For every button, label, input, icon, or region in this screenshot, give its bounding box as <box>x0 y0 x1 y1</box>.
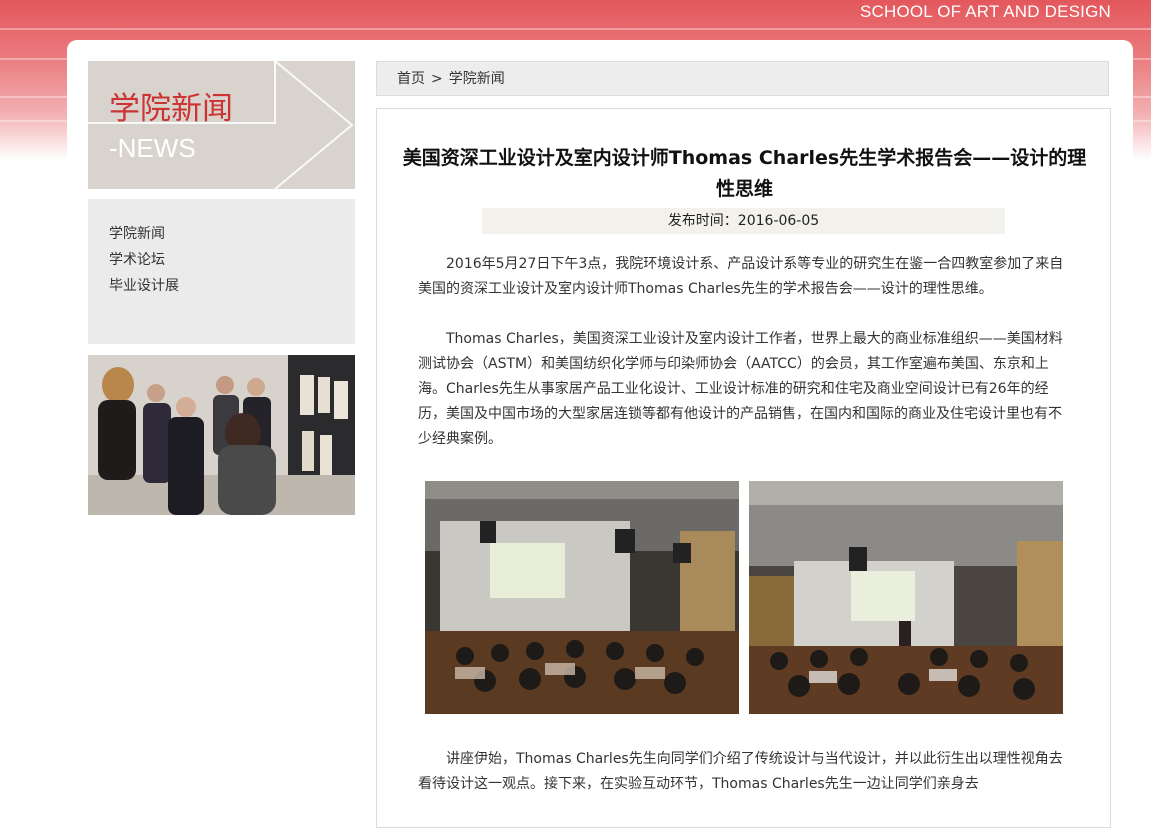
sidebar-photo <box>88 355 355 515</box>
article-paragraph: 2016年5月27日下午3点，我院环境设计系、产品设计系等专业的研究生在鉴一合四… <box>418 256 1064 297</box>
section-title: 学院新闻 <box>109 91 233 127</box>
article-paragraph: Thomas Charles，美国资深工业设计及室内设计工作者，世界上最大的商业… <box>418 331 1063 447</box>
article-title: 美国资深工业设计及室内设计师Thomas Charles先生学术报告会——设计的… <box>402 147 1087 200</box>
section-banner: 学院新闻 -NEWS <box>88 61 355 189</box>
lecture-photo-left <box>425 481 739 714</box>
article-panel: 美国资深工业设计及室内设计师Thomas Charles先生学术报告会——设计的… <box>376 108 1111 828</box>
section-subtitle: -NEWS <box>109 133 196 163</box>
site-subtitle: SCHOOL OF ART AND DESIGN <box>859 2 1111 21</box>
breadcrumb-home-link[interactable]: 首页 <box>397 62 425 97</box>
sidebar-menu: 学院新闻 学术论坛 毕业设计展 <box>88 199 355 344</box>
breadcrumb-current[interactable]: 学院新闻 <box>449 62 505 97</box>
publish-date: 发布时间：2016-06-05 <box>482 208 1005 234</box>
sidebar-item-forum[interactable]: 学术论坛 <box>109 247 355 273</box>
breadcrumb-separator: > <box>431 71 443 87</box>
lecture-photo-right <box>749 481 1063 714</box>
article-paragraph: 讲座伊始，Thomas Charles先生向同学们介绍了传统设计与当代设计，并以… <box>418 751 1063 792</box>
breadcrumb: 首页 > 学院新闻 <box>376 61 1109 96</box>
sidebar-item-graduation-show[interactable]: 毕业设计展 <box>109 273 355 299</box>
sidebar-item-news[interactable]: 学院新闻 <box>109 221 355 247</box>
